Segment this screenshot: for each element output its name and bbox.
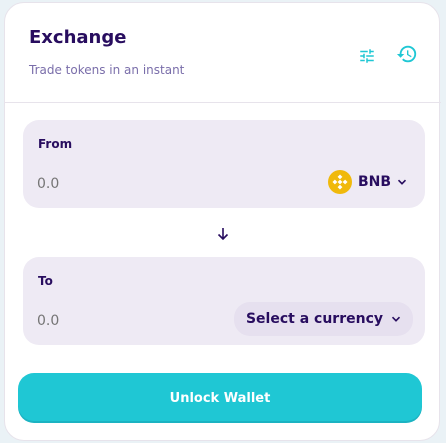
from-amount-input[interactable] xyxy=(37,173,217,195)
chevron-down-icon xyxy=(397,177,407,187)
from-token-label: BNB xyxy=(357,174,391,190)
to-panel: To Select a currency xyxy=(23,257,425,345)
arrow-down-icon xyxy=(217,228,229,241)
to-amount-input[interactable] xyxy=(37,310,217,332)
unlock-wallet-button[interactable]: Unlock Wallet xyxy=(18,373,422,423)
swap-direction-button[interactable] xyxy=(216,225,230,243)
page-title: Exchange xyxy=(29,27,127,48)
settings-button[interactable] xyxy=(355,44,379,68)
from-label: From xyxy=(38,137,73,151)
from-panel: From BNB xyxy=(23,120,425,208)
to-currency-select[interactable]: Select a currency xyxy=(233,302,413,336)
page-subtitle: Trade tokens in an instant xyxy=(29,63,185,77)
exchange-header: Exchange Trade tokens in an instant xyxy=(5,3,441,103)
from-token-select[interactable]: BNB xyxy=(322,167,413,197)
to-label: To xyxy=(38,274,53,288)
history-icon xyxy=(396,45,417,63)
sliders-icon xyxy=(360,49,374,63)
currency-select-label: Select a currency xyxy=(245,311,383,327)
chevron-down-icon xyxy=(391,314,401,324)
history-button[interactable] xyxy=(395,42,419,66)
bnb-icon xyxy=(327,170,352,194)
